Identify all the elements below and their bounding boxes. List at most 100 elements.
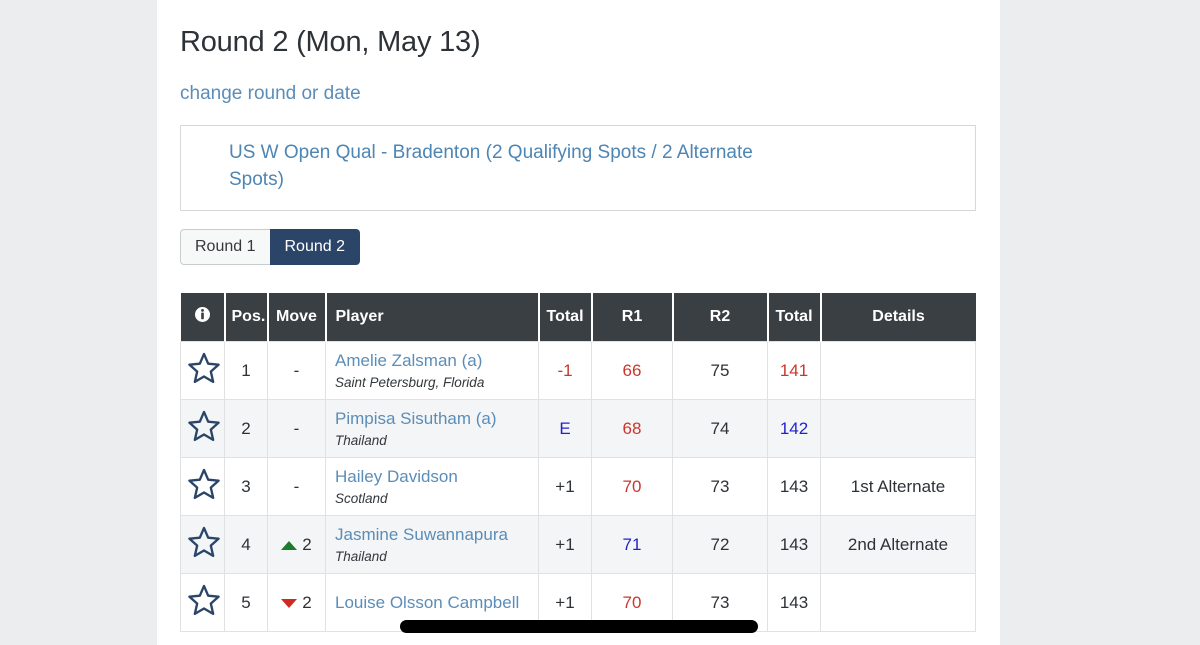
move-value: - xyxy=(293,418,300,438)
player-location: Thailand xyxy=(335,432,387,448)
cell-position: 3 xyxy=(224,457,268,517)
table-body: 1 - Amelie Zalsman (a) Saint Petersburg, Fl… xyxy=(180,341,976,633)
cell-player: Pimpisa Sisutham (a) Thailand xyxy=(325,399,539,459)
cell-total-to-par: -1 xyxy=(538,341,592,401)
cell-favorite[interactable] xyxy=(180,341,225,401)
cell-r2-value: 74 xyxy=(710,418,730,438)
star-outline-icon[interactable] xyxy=(187,410,221,447)
cell-favorite[interactable] xyxy=(180,573,225,633)
move-value: 2 xyxy=(302,593,312,613)
cell-total-strokes-value: 143 xyxy=(779,592,809,612)
cell-player: Amelie Zalsman (a) Saint Petersburg, Flor… xyxy=(325,341,539,401)
cell-details: 1st Alternate xyxy=(820,457,976,517)
column-header-pos[interactable]: Pos. xyxy=(224,293,269,342)
cell-favorite[interactable] xyxy=(180,399,225,459)
cell-total-strokes-value: 143 xyxy=(779,476,809,496)
move-value: - xyxy=(293,476,300,496)
cell-total-strokes: 142 xyxy=(767,399,821,459)
cell-total-to-par-value: +1 xyxy=(555,592,575,612)
column-header-total-to-par[interactable]: Total xyxy=(538,293,593,342)
screenshot-root: Round 2 (Mon, May 13) change round or da… xyxy=(0,0,1200,645)
cell-r2-value: 75 xyxy=(710,360,730,380)
column-header-move[interactable]: Move xyxy=(267,293,327,342)
cell-r1: 66 xyxy=(591,341,673,401)
event-name-link[interactable]: US W Open Qual - Bradenton (2 Qualifying… xyxy=(229,140,769,194)
cell-r2-value: 73 xyxy=(710,592,730,612)
player-location: Thailand xyxy=(335,548,387,564)
column-header-r1[interactable]: R1 xyxy=(591,293,674,342)
cell-r2-value: 72 xyxy=(710,534,730,554)
column-header-info[interactable] xyxy=(180,293,226,342)
star-outline-icon[interactable] xyxy=(187,468,221,505)
table-row: 1 - Amelie Zalsman (a) Saint Petersburg, Fl… xyxy=(180,341,976,401)
cell-total-to-par: E xyxy=(538,399,592,459)
cell-move: - xyxy=(267,399,326,459)
column-header-total-strokes[interactable]: Total xyxy=(767,293,822,342)
cell-total-strokes: 143 xyxy=(767,457,821,517)
cell-r1-value: 68 xyxy=(622,418,642,438)
column-header-player[interactable]: Player xyxy=(325,293,540,342)
move-value: 2 xyxy=(302,535,312,555)
cell-favorite[interactable] xyxy=(180,457,225,517)
cell-r2: 72 xyxy=(672,515,768,575)
page-title: Round 2 (Mon, May 13) xyxy=(180,26,481,58)
cell-total-to-par: +1 xyxy=(538,457,592,517)
cell-r1: 70 xyxy=(591,457,673,517)
cell-favorite[interactable] xyxy=(180,515,225,575)
tab-round-1[interactable]: Round 1 xyxy=(180,229,270,266)
cell-total-to-par: +1 xyxy=(538,515,592,575)
tab-round-2[interactable]: Round 2 xyxy=(269,229,360,266)
cell-total-to-par-value: E xyxy=(559,418,571,438)
cell-r1: 68 xyxy=(591,399,673,459)
table-row: 4 2 Jasmine Suwannapura Thailand +1 71 72 143 2n… xyxy=(180,515,976,575)
player-location: Saint Petersburg, Florida xyxy=(335,374,485,390)
cell-position: 5 xyxy=(224,573,268,633)
table-row: 3 - Hailey Davidson Scotland +1 70 73 143 1st Al… xyxy=(180,457,976,517)
cell-details xyxy=(820,573,976,633)
cell-total-to-par-value: +1 xyxy=(555,534,575,554)
star-outline-icon[interactable] xyxy=(187,526,221,563)
event-box: US W Open Qual - Bradenton (2 Qualifying… xyxy=(180,125,976,212)
content-panel: Round 2 (Mon, May 13) change round or da… xyxy=(157,0,1000,645)
cell-position: 2 xyxy=(224,399,268,459)
round-tab-group: Round 1 Round 2 xyxy=(180,229,360,266)
star-outline-icon[interactable] xyxy=(187,352,221,389)
cell-position: 1 xyxy=(224,341,268,401)
player-name-link[interactable]: Louise Olsson Campbell xyxy=(335,593,532,613)
cell-details xyxy=(820,341,976,401)
column-header-details[interactable]: Details xyxy=(820,293,976,342)
leaderboard-table: Pos. Move Player Total R1 R2 Total Detai… xyxy=(180,293,976,633)
player-name-link[interactable]: Hailey Davidson xyxy=(335,467,532,487)
cell-move: - xyxy=(267,341,326,401)
info-circle-icon xyxy=(194,307,210,327)
cell-move: - xyxy=(267,457,326,517)
move-up-icon xyxy=(281,540,298,550)
change-round-or-date-link[interactable]: change round or date xyxy=(180,83,361,105)
cell-r1: 71 xyxy=(591,515,673,575)
cell-move: 2 xyxy=(267,515,326,575)
cell-total-to-par-value: -1 xyxy=(557,360,573,380)
cell-total-strokes: 141 xyxy=(767,341,821,401)
cell-total-strokes: 143 xyxy=(767,515,821,575)
cell-player: Hailey Davidson Scotland xyxy=(325,457,539,517)
cell-total-to-par-value: +1 xyxy=(555,476,575,496)
cell-total-strokes-value: 141 xyxy=(779,360,809,380)
cell-total-strokes-value: 143 xyxy=(779,534,809,554)
cell-total-strokes-value: 142 xyxy=(779,418,809,438)
cell-r1-value: 71 xyxy=(622,534,642,554)
cell-r2-value: 73 xyxy=(710,476,730,496)
move-down-icon xyxy=(281,598,298,608)
cell-position: 4 xyxy=(224,515,268,575)
player-name-link[interactable]: Amelie Zalsman (a) xyxy=(335,351,532,371)
column-header-r2[interactable]: R2 xyxy=(672,293,769,342)
move-value: - xyxy=(293,360,300,380)
table-header-row: Pos. Move Player Total R1 R2 Total Detai… xyxy=(180,293,976,342)
player-name-link[interactable]: Jasmine Suwannapura xyxy=(335,525,532,545)
redaction-bar xyxy=(400,620,758,633)
cell-details: 2nd Alternate xyxy=(820,515,976,575)
cell-details xyxy=(820,399,976,459)
cell-move: 2 xyxy=(267,573,326,633)
player-location: Scotland xyxy=(335,490,388,506)
star-outline-icon[interactable] xyxy=(187,584,221,621)
player-name-link[interactable]: Pimpisa Sisutham (a) xyxy=(335,409,532,429)
